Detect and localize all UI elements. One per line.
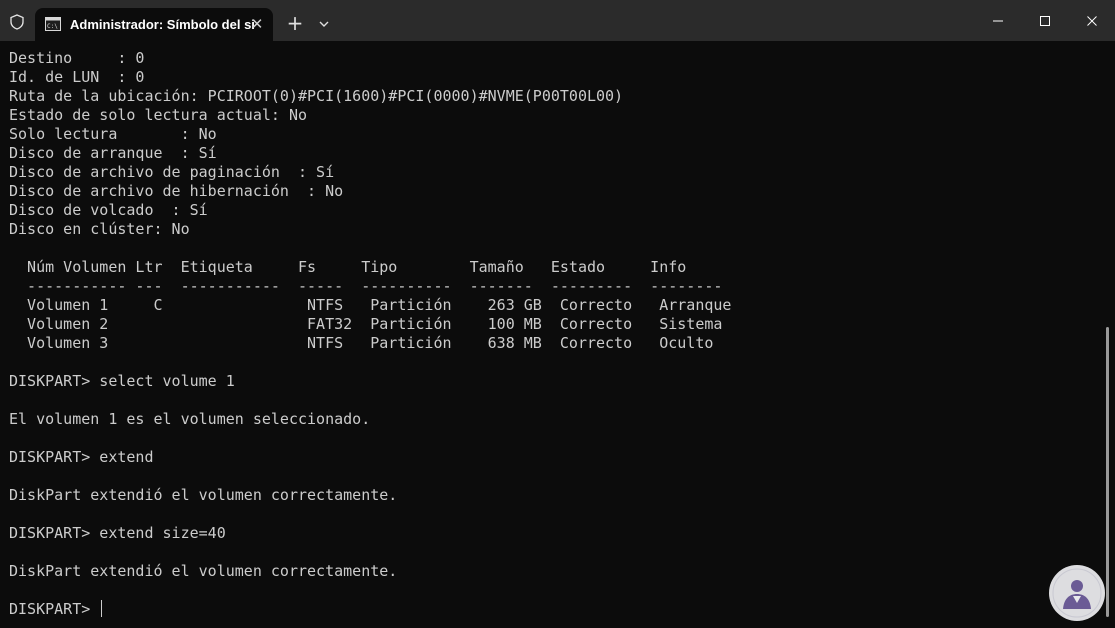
console-line: Id. de LUN : 0	[9, 68, 145, 86]
minimize-button[interactable]	[975, 0, 1021, 41]
console-line: Destino : 0	[9, 49, 145, 67]
console-line: Disco de volcado : Sí	[9, 201, 208, 219]
tab-terminal[interactable]: C:\ Administrador: Símbolo del si ✕	[35, 8, 273, 41]
console-line: Disco en clúster: No	[9, 220, 190, 238]
title-bar: C:\ Administrador: Símbolo del si ✕ +	[0, 0, 1115, 41]
console-line: El volumen 1 es el volumen seleccionado.	[9, 410, 371, 428]
console-prompt-line[interactable]: DISKPART>	[9, 600, 731, 619]
shield-icon	[10, 14, 24, 30]
text-cursor	[101, 600, 103, 617]
tab-title: Administrador: Símbolo del si	[70, 17, 255, 32]
console-line: ----------- --- ----------- ----- ------…	[9, 277, 723, 295]
console-line: Núm Volumen Ltr Etiqueta Fs Tipo Tamaño …	[9, 258, 687, 276]
console-line: Disco de archivo de paginación : Sí	[9, 163, 335, 181]
console-line: DiskPart extendió el volumen correctamen…	[9, 562, 398, 580]
console-output[interactable]: Destino : 0 Id. de LUN : 0 Ruta de la ubic…	[9, 49, 731, 619]
console-line: DiskPart extendió el volumen correctamen…	[9, 486, 398, 504]
console-line: Volumen 2 FAT32 Partición 100 MB Correct…	[9, 315, 723, 333]
console-line: Disco de arranque : Sí	[9, 144, 217, 162]
console-line: Volumen 1 C NTFS Partición 263 GB Correc…	[9, 296, 732, 314]
watermark-logo	[1049, 565, 1105, 621]
console-line: Volumen 3 NTFS Partición 638 MB Correcto…	[9, 334, 714, 352]
terminal-window: C:\ Administrador: Símbolo del si ✕ + De…	[0, 0, 1115, 628]
maximize-button[interactable]	[1022, 0, 1068, 41]
maximize-icon	[1040, 15, 1050, 26]
console-line: DISKPART> extend	[9, 448, 154, 466]
minimize-icon	[993, 20, 1003, 21]
chevron-down-icon[interactable]	[316, 16, 332, 32]
plus-icon[interactable]: +	[285, 13, 305, 34]
console-line: Estado de solo lectura actual: No	[9, 106, 308, 124]
console-line: Ruta de la ubicación: PCIROOT(0)#PCI(160…	[9, 87, 624, 105]
svg-text:C:\: C:\	[47, 23, 58, 30]
close-icon[interactable]: ✕	[249, 16, 265, 32]
console-line: Disco de archivo de hibernación : No	[9, 182, 344, 200]
console-line: DISKPART> select volume 1	[9, 372, 235, 390]
console-line: DISKPART> extend size=40	[9, 524, 226, 542]
close-icon	[1087, 15, 1097, 26]
console-prompt: DISKPART>	[9, 600, 100, 618]
console-line: Solo lectura : No	[9, 125, 217, 143]
cmd-icon: C:\	[45, 17, 61, 31]
close-window-button[interactable]	[1069, 0, 1115, 41]
